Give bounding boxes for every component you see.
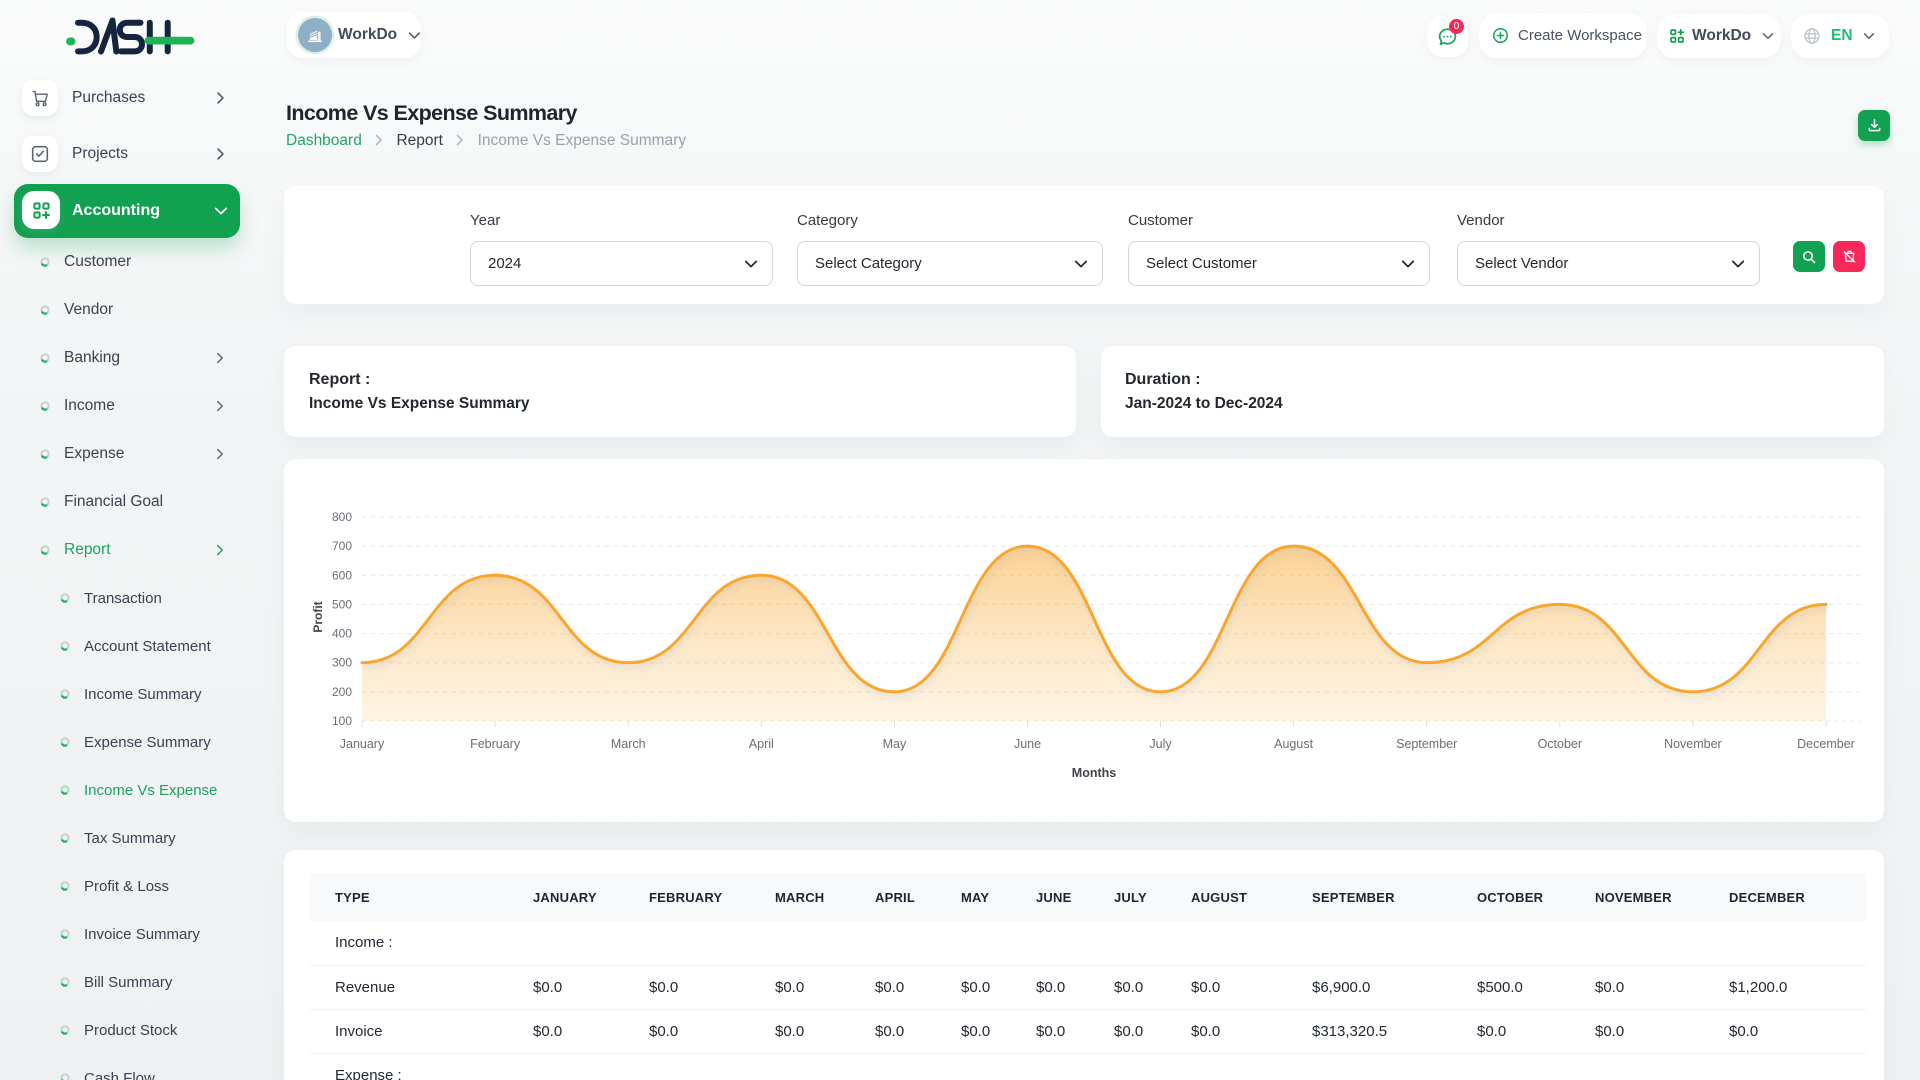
svg-text:December: December — [1797, 737, 1855, 751]
svg-text:January: January — [340, 737, 385, 751]
svg-text:August: August — [1274, 737, 1313, 751]
svg-text:Profit: Profit — [311, 601, 325, 632]
svg-text:500: 500 — [332, 597, 352, 611]
svg-text:Months: Months — [1072, 766, 1116, 780]
svg-text:800: 800 — [332, 510, 352, 524]
svg-text:600: 600 — [332, 568, 352, 582]
svg-text:October: October — [1538, 737, 1582, 751]
svg-text:June: June — [1014, 737, 1041, 751]
svg-text:February: February — [470, 737, 521, 751]
svg-text:November: November — [1664, 737, 1722, 751]
svg-text:April: April — [749, 737, 774, 751]
svg-text:May: May — [883, 737, 907, 751]
svg-text:March: March — [611, 737, 646, 751]
svg-text:400: 400 — [332, 627, 352, 641]
svg-text:September: September — [1396, 737, 1457, 751]
svg-text:July: July — [1149, 737, 1172, 751]
svg-text:100: 100 — [332, 714, 352, 728]
svg-text:300: 300 — [332, 656, 352, 670]
svg-text:700: 700 — [332, 539, 352, 553]
svg-text:200: 200 — [332, 685, 352, 699]
